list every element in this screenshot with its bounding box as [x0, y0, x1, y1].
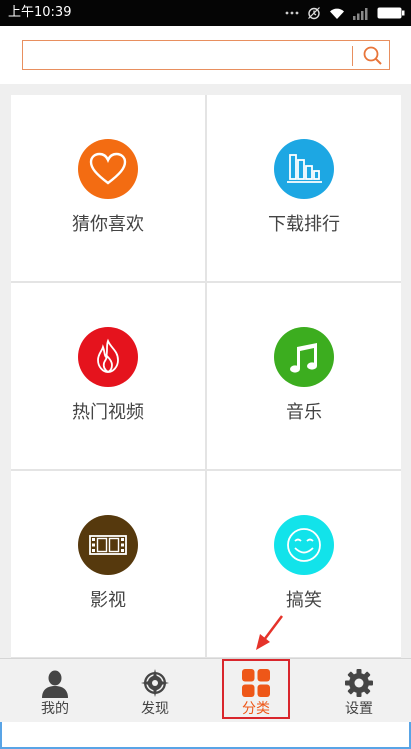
category-tile-download-ranking[interactable]: 下载排行 — [207, 95, 401, 281]
search-icon — [357, 46, 387, 73]
category-icon-bg — [78, 515, 138, 575]
category-tile-movies[interactable]: 影视 — [11, 471, 205, 657]
status-time: 上午10:39 — [8, 5, 72, 20]
category-icon-bg — [274, 515, 334, 575]
search-input[interactable] — [29, 45, 351, 67]
category-label: 热门视频 — [72, 402, 144, 423]
wifi-icon — [329, 7, 345, 20]
search-divider — [352, 46, 353, 66]
category-area: 猜你喜欢 下载排行 热门视频 音乐 影视 搞笑 — [0, 84, 411, 658]
search-button[interactable] — [357, 43, 387, 69]
category-label: 搞笑 — [286, 590, 322, 611]
category-tile-guess-you-like[interactable]: 猜你喜欢 — [11, 95, 205, 281]
category-tile-music[interactable]: 音乐 — [207, 283, 401, 469]
battery-icon — [377, 7, 405, 19]
category-tile-funny[interactable]: 搞笑 — [207, 471, 401, 657]
category-tile-hot-videos[interactable]: 热门视频 — [11, 283, 205, 469]
search-box — [22, 40, 390, 70]
bottom-nav: 我的 发现 分类 设置 — [0, 658, 411, 722]
nav-tab-mine[interactable]: 我的 — [5, 659, 105, 722]
category-icon-bg — [274, 327, 334, 387]
nav-label: 我的 — [41, 701, 69, 717]
category-label: 音乐 — [286, 402, 322, 423]
category-label: 影视 — [90, 590, 126, 611]
ellipsis-icon — [285, 10, 299, 16]
alarm-icon — [307, 6, 321, 20]
category-label: 下载排行 — [268, 214, 340, 235]
search-bar — [0, 26, 411, 84]
category-icon-bg — [78, 327, 138, 387]
category-label: 猜你喜欢 — [72, 214, 144, 235]
nav-tab-settings[interactable]: 设置 — [309, 659, 409, 722]
status-bar: 上午10:39 — [0, 0, 411, 26]
highlight-box — [222, 659, 290, 719]
nav-label: 发现 — [141, 701, 169, 717]
category-icon-bg — [78, 139, 138, 199]
category-grid: 猜你喜欢 下载排行 热门视频 音乐 影视 搞笑 — [11, 95, 401, 658]
category-icon-bg — [274, 139, 334, 199]
status-icons — [285, 4, 405, 22]
nav-tab-discover[interactable]: 发现 — [105, 659, 205, 722]
pointer-arrow-icon — [252, 612, 286, 656]
signal-icon — [353, 7, 369, 20]
nav-label: 设置 — [345, 701, 373, 717]
